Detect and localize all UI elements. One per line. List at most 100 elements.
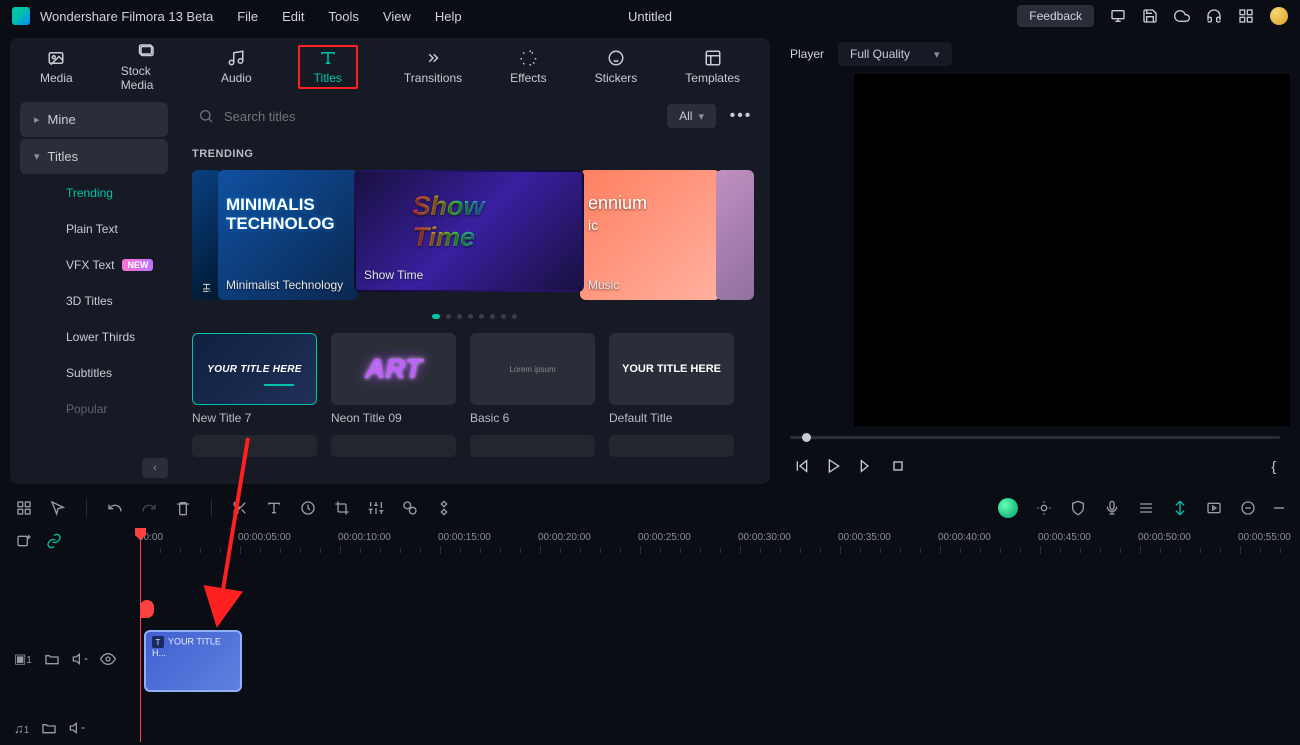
- prev-frame-button[interactable]: [794, 458, 810, 474]
- add-track-icon[interactable]: [16, 533, 32, 549]
- visibility-icon[interactable]: [100, 651, 116, 667]
- sparkle-icon[interactable]: [1036, 500, 1052, 516]
- mute-icon[interactable]: [72, 651, 88, 667]
- sidebar-popular[interactable]: Popular: [20, 392, 168, 426]
- crop-icon[interactable]: [334, 500, 350, 516]
- sidebar-plain-text[interactable]: Plain Text: [20, 212, 168, 246]
- speed-icon[interactable]: [300, 500, 316, 516]
- title-card-stub[interactable]: [470, 435, 595, 457]
- dot-icon[interactable]: [432, 314, 440, 319]
- video-track[interactable]: ▣1 TYOUR TITLE H...: [140, 630, 1300, 688]
- dot-icon[interactable]: [457, 314, 462, 319]
- title-card-basic[interactable]: Lorem ipsum Basic 6: [470, 333, 595, 425]
- shield-icon[interactable]: [1070, 500, 1086, 516]
- marker-icon[interactable]: [1172, 500, 1188, 516]
- title-card-new-title-7[interactable]: YOUR TITLE HERE New Title 7: [192, 333, 317, 425]
- audio-track[interactable]: ♫1: [140, 714, 1300, 742]
- user-avatar[interactable]: [1270, 7, 1288, 25]
- split-icon[interactable]: [232, 500, 248, 516]
- tab-media[interactable]: Media: [38, 45, 75, 89]
- trending-card[interactable]: [716, 170, 754, 300]
- timeline-clip[interactable]: TYOUR TITLE H...: [144, 630, 242, 692]
- stop-button[interactable]: [890, 458, 906, 474]
- color-icon[interactable]: [402, 500, 418, 516]
- dot-icon[interactable]: [501, 314, 506, 319]
- folder-icon[interactable]: [44, 651, 60, 667]
- mic-icon[interactable]: [1104, 500, 1120, 516]
- title-card-stub[interactable]: [192, 435, 317, 457]
- sidebar-lower-thirds[interactable]: Lower Thirds: [20, 320, 168, 354]
- scrub-bar[interactable]: [790, 436, 1280, 439]
- trending-carousel[interactable]: Hi MINIMALISTECHNOLOG Minimalist Technol…: [192, 170, 756, 300]
- cursor-icon[interactable]: [50, 500, 66, 516]
- zoom-out-icon[interactable]: [1240, 500, 1256, 516]
- zoom-slider[interactable]: [1274, 507, 1284, 509]
- search-input[interactable]: [224, 109, 651, 124]
- save-icon[interactable]: [1142, 8, 1158, 24]
- scrub-head-icon[interactable]: [802, 433, 811, 442]
- tab-effects[interactable]: Effects: [508, 45, 548, 89]
- tab-stickers[interactable]: Stickers: [593, 45, 640, 89]
- preview-canvas[interactable]: [854, 74, 1290, 426]
- next-frame-button[interactable]: [858, 458, 874, 474]
- title-card-default[interactable]: YOUR TITLE HERE Default Title: [609, 333, 734, 425]
- playhead[interactable]: [140, 528, 141, 742]
- layout-icon[interactable]: [16, 500, 32, 516]
- sidebar-vfx-text[interactable]: VFX Text NEW: [20, 248, 168, 282]
- trending-card-showtime[interactable]: Show Time Show Time: [354, 170, 584, 292]
- menu-tools[interactable]: Tools: [329, 9, 359, 24]
- dot-icon[interactable]: [468, 314, 473, 319]
- sidebar-mine[interactable]: ▸Mine: [20, 102, 168, 137]
- headset-icon[interactable]: [1206, 8, 1222, 24]
- sidebar-subtitles[interactable]: Subtitles: [20, 356, 168, 390]
- mute-icon[interactable]: [69, 720, 85, 736]
- sidebar-trending[interactable]: Trending: [20, 176, 168, 210]
- adjust-icon[interactable]: [368, 500, 384, 516]
- audio-track-icon[interactable]: ♫1: [14, 721, 29, 736]
- tab-titles[interactable]: Titles: [298, 45, 358, 89]
- trending-card-minimalist[interactable]: MINIMALISTECHNOLOG Minimalist Technology: [218, 170, 358, 300]
- render-icon[interactable]: [1206, 500, 1222, 516]
- title-card-stub[interactable]: [609, 435, 734, 457]
- text-icon[interactable]: [266, 500, 282, 516]
- tab-templates[interactable]: Templates: [683, 45, 742, 89]
- tab-stock-media[interactable]: Stock Media: [119, 38, 175, 96]
- link-icon[interactable]: [46, 533, 62, 549]
- filter-dropdown[interactable]: All▾: [667, 104, 716, 128]
- marker-icon[interactable]: [140, 600, 154, 618]
- feedback-button[interactable]: Feedback: [1017, 5, 1094, 27]
- menu-view[interactable]: View: [383, 9, 411, 24]
- dot-icon[interactable]: [446, 314, 451, 319]
- menu-help[interactable]: Help: [435, 9, 462, 24]
- dot-icon[interactable]: [490, 314, 495, 319]
- title-card-stub[interactable]: [331, 435, 456, 457]
- video-track-icon[interactable]: ▣1: [14, 651, 32, 667]
- tab-transitions[interactable]: Transitions: [402, 45, 464, 89]
- menu-edit[interactable]: Edit: [282, 9, 304, 24]
- sidebar-titles[interactable]: ▾Titles: [20, 139, 168, 174]
- play-button[interactable]: [826, 458, 842, 474]
- delete-icon[interactable]: [175, 500, 191, 516]
- ai-button[interactable]: [998, 498, 1018, 518]
- menu-file[interactable]: File: [237, 9, 258, 24]
- cloud-icon[interactable]: [1174, 8, 1190, 24]
- tab-audio[interactable]: Audio: [219, 45, 254, 89]
- title-card-neon[interactable]: ART Neon Title 09: [331, 333, 456, 425]
- dot-icon[interactable]: [479, 314, 484, 319]
- quality-dropdown[interactable]: Full Quality▾: [838, 42, 952, 66]
- timeline[interactable]: 00:0000:00:05:0000:00:10:0000:00:15:0000…: [0, 528, 1300, 742]
- search-box[interactable]: [192, 108, 657, 124]
- carousel-dots[interactable]: [192, 314, 756, 319]
- grid-icon[interactable]: [1238, 8, 1254, 24]
- sidebar-collapse-button[interactable]: ‹: [142, 458, 168, 478]
- timeline-ruler[interactable]: 00:0000:00:05:0000:00:10:0000:00:15:0000…: [140, 528, 1300, 562]
- keyframe-icon[interactable]: [436, 500, 452, 516]
- monitor-icon[interactable]: [1110, 8, 1126, 24]
- undo-icon[interactable]: [107, 500, 123, 516]
- sidebar-3d-titles[interactable]: 3D Titles: [20, 284, 168, 318]
- expand-icon[interactable]: {: [1271, 458, 1276, 474]
- trending-card-music[interactable]: enniumic Music: [580, 170, 720, 300]
- dot-icon[interactable]: [512, 314, 517, 319]
- folder-icon[interactable]: [41, 720, 57, 736]
- mixer-icon[interactable]: [1138, 500, 1154, 516]
